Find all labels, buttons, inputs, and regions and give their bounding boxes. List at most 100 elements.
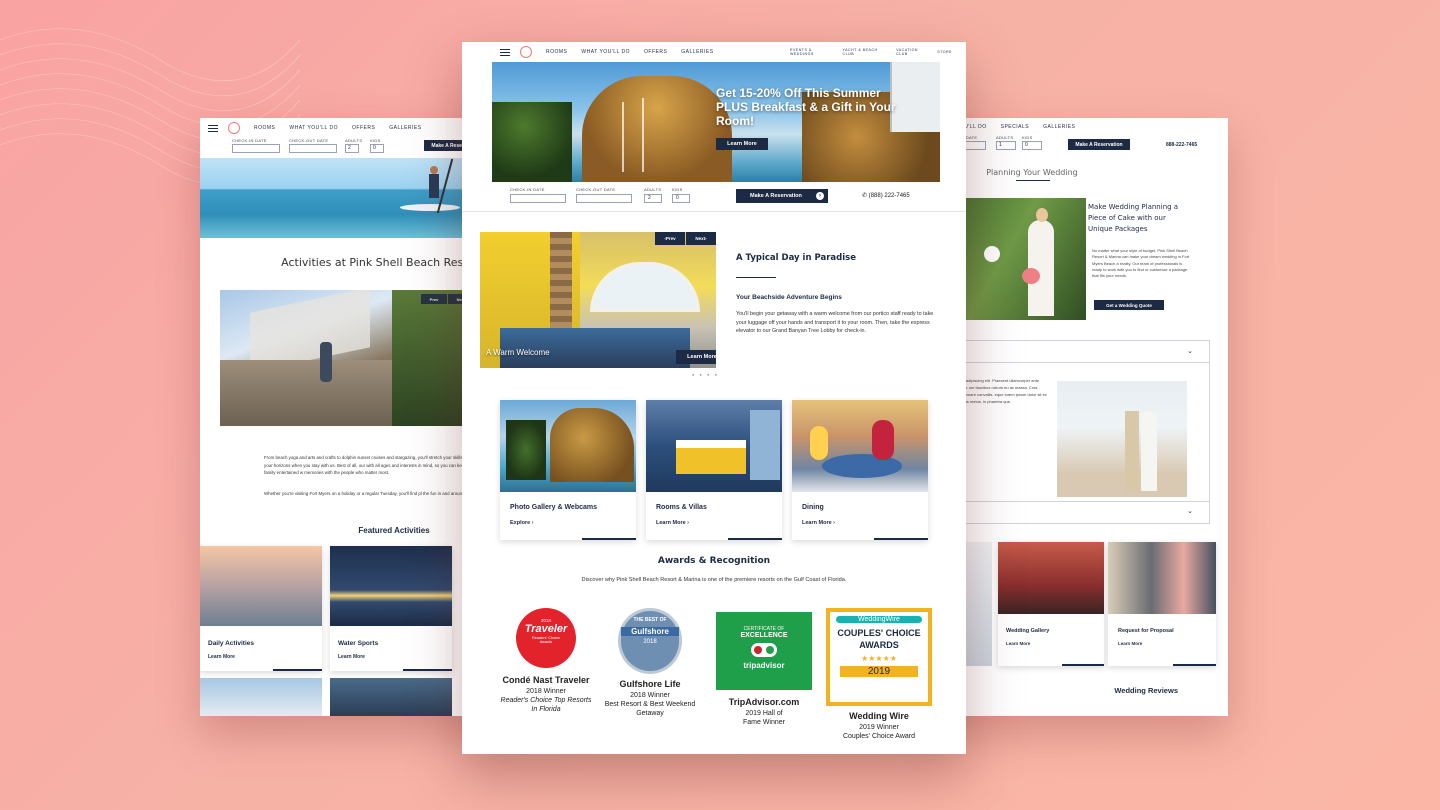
badge-sub: 2018 bbox=[643, 639, 657, 645]
make-reservation-button[interactable]: Make A Reservation bbox=[1068, 139, 1130, 150]
activity-thumb-3 bbox=[200, 678, 322, 716]
award-name: Wedding Wire bbox=[849, 711, 909, 721]
nav-offers[interactable]: Offers bbox=[352, 125, 375, 131]
card-link[interactable]: Learn More bbox=[338, 654, 365, 660]
card-link[interactable]: Learn More bbox=[1006, 641, 1030, 646]
page-title: Activities at Pink Shell Beach Resort bbox=[281, 256, 479, 269]
stars-icon: ★★★★★ bbox=[861, 654, 897, 663]
activities-page-mockup: Rooms What You'll Do Offers Galleries (8… bbox=[200, 118, 500, 716]
nav-yacht-beach-club[interactable]: Yacht & Beach Club bbox=[843, 48, 889, 56]
slide-learn-more-button[interactable]: Learn More bbox=[676, 350, 716, 364]
badge-sub: 2019 bbox=[840, 666, 918, 677]
checkout-input[interactable] bbox=[576, 194, 632, 203]
prev-label: Prev bbox=[665, 236, 676, 241]
hero-waterfall-image: Get 15-20% Off This Summer PLUS Breakfas… bbox=[492, 62, 940, 182]
nav-events-weddings[interactable]: Events & Weddings bbox=[790, 48, 835, 56]
activity-thumb-4 bbox=[330, 678, 452, 716]
nav-galleries[interactable]: Galleries bbox=[389, 125, 421, 131]
paddleboard-hero-image bbox=[200, 158, 500, 238]
nav-galleries[interactable]: Galleries bbox=[681, 49, 713, 55]
owl-icon bbox=[751, 643, 777, 657]
card-link-label: Learn More bbox=[656, 520, 686, 526]
dining-card[interactable]: Dining Learn More › bbox=[792, 400, 928, 540]
card-link[interactable]: Learn More bbox=[208, 654, 235, 660]
card-link[interactable]: Explore › bbox=[510, 520, 534, 526]
resort-logo[interactable] bbox=[520, 46, 532, 58]
card-link-label: Explore bbox=[510, 520, 531, 526]
slide-caption: A Warm Welcome bbox=[486, 348, 550, 357]
badge-top: The Best of bbox=[633, 617, 667, 623]
award-conde-nast: 2018 Traveler Readers' Choice Awards Con… bbox=[496, 608, 596, 714]
wedding-reviews-heading: Wedding Reviews bbox=[1114, 686, 1178, 695]
activity-card-daily[interactable]: Daily Activities Learn More bbox=[200, 546, 322, 671]
nav-what-youll-do[interactable]: What You'll Do bbox=[581, 49, 630, 55]
adults-select[interactable]: 1 bbox=[996, 141, 1016, 150]
nav-vacation-club[interactable]: Vacation Club bbox=[896, 48, 929, 56]
wedding-quote-button[interactable]: Get a Wedding Quote bbox=[1094, 300, 1164, 310]
typical-day-subtitle: Your Beachside Adventure Begins bbox=[736, 294, 842, 301]
award-line-2: Fame Winner bbox=[742, 719, 785, 726]
adults-label: Adults bbox=[345, 138, 363, 143]
next-label: Next bbox=[695, 236, 706, 241]
nav-what-youll-do[interactable]: What You'll Do bbox=[289, 125, 338, 131]
menu-icon[interactable] bbox=[208, 124, 218, 132]
nav-rooms[interactable]: Rooms bbox=[254, 125, 275, 131]
rooms-villas-card[interactable]: Rooms & Villas Learn More › bbox=[646, 400, 782, 540]
checkin-input[interactable] bbox=[510, 194, 566, 203]
kids-label: Kids bbox=[672, 187, 683, 192]
badge-main: Couples' Choice Awards bbox=[837, 628, 921, 650]
rooms-villas-image bbox=[646, 400, 782, 492]
bike-path-image: Prev Next bbox=[220, 290, 480, 426]
menu-icon[interactable] bbox=[500, 48, 510, 56]
kids-select[interactable]: 0 bbox=[672, 194, 690, 203]
card-title: Water Sports bbox=[338, 640, 379, 647]
adults-select[interactable]: 2 bbox=[345, 144, 359, 153]
phone-number[interactable]: 888-222-7465 bbox=[1166, 142, 1197, 148]
nav-offers[interactable]: Offers bbox=[644, 49, 667, 55]
checkout-input[interactable] bbox=[289, 144, 337, 153]
request-proposal-card[interactable]: Request for Proposal Learn More bbox=[1108, 542, 1216, 666]
top-nav: Rooms What You'll Do Offers Galleries Ev… bbox=[462, 42, 966, 62]
featured-activities-heading: Featured Activities bbox=[358, 526, 430, 535]
phone-number[interactable]: ✆ (888) 222-7465 bbox=[862, 192, 910, 199]
activity-card-water-sports[interactable]: Water Sports Learn More bbox=[330, 546, 452, 671]
nav-rooms[interactable]: Rooms bbox=[546, 49, 567, 55]
next-button[interactable]: Next › bbox=[686, 232, 716, 245]
card-link[interactable]: Learn More › bbox=[802, 520, 835, 526]
hero-learn-more-button[interactable]: Learn More bbox=[716, 138, 768, 150]
slider-dots[interactable]: ● ● ● ● bbox=[692, 372, 719, 377]
wedding-gallery-image bbox=[998, 542, 1104, 614]
promo-body: No matter what your style of budget, Pin… bbox=[1092, 248, 1190, 279]
play-icon[interactable] bbox=[984, 246, 1000, 262]
wedding-gallery-card[interactable]: Wedding Gallery Learn More bbox=[998, 542, 1104, 666]
title-rule bbox=[1016, 180, 1050, 181]
prev-button[interactable]: Prev bbox=[421, 294, 447, 304]
adults-select[interactable]: 2 bbox=[644, 194, 662, 203]
photo-gallery-card[interactable]: Photo Gallery & Webcams Explore › bbox=[500, 400, 636, 540]
nav-specials[interactable]: Specials bbox=[1001, 124, 1029, 130]
award-name: TripAdvisor.com bbox=[728, 697, 800, 707]
nav-galleries[interactable]: Galleries bbox=[1043, 124, 1075, 130]
card-link[interactable]: Learn More bbox=[1118, 641, 1142, 646]
water-sports-image bbox=[330, 546, 452, 626]
kids-select[interactable]: 0 bbox=[1022, 141, 1042, 150]
lobby-slider-image: ‹ Prev Next › A Warm Welcome Learn More bbox=[480, 232, 716, 368]
chevron-down-icon: ⌄ bbox=[1187, 508, 1193, 515]
badge-main: Gulfshore bbox=[621, 627, 679, 636]
checkin-label: Check-In Date bbox=[510, 187, 545, 192]
wedding-page-mockup: What You'll Do Specials Galleries 888-22… bbox=[932, 118, 1228, 716]
card-link[interactable]: Learn More › bbox=[656, 520, 689, 526]
resort-logo[interactable] bbox=[228, 122, 240, 134]
prev-button[interactable]: ‹ Prev bbox=[655, 232, 685, 245]
chevron-down-icon: ⌄ bbox=[1187, 348, 1193, 355]
homepage-mockup: Rooms What You'll Do Offers Galleries Ev… bbox=[462, 42, 966, 754]
left-nav: Rooms What You'll Do Offers Galleries bbox=[208, 121, 436, 135]
nav-store[interactable]: Store bbox=[937, 50, 952, 54]
award-line-2: Reader's Choice Top Resorts bbox=[500, 697, 592, 704]
accordion-item-1[interactable]: ⌄ bbox=[933, 341, 1209, 363]
checkin-input[interactable] bbox=[232, 144, 280, 153]
kids-select[interactable]: 0 bbox=[370, 144, 384, 153]
award-gulfshore-life: The Best of Gulfshore 2018 Gulfshore Lif… bbox=[600, 608, 700, 718]
card-title: Rooms & Villas bbox=[656, 504, 707, 511]
make-reservation-button[interactable]: Make A Reservation › bbox=[736, 189, 828, 203]
